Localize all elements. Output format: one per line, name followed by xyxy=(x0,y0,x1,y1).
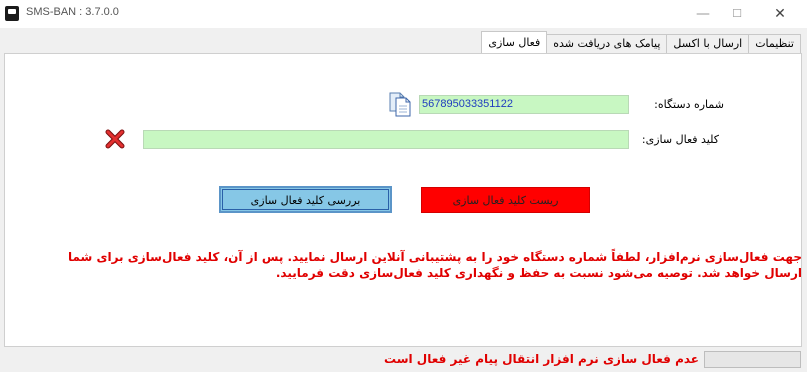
close-button[interactable]: ✕ xyxy=(765,4,795,24)
status-progress-box xyxy=(704,351,801,368)
status-message: عدم فعال سازی نرم افزار انتقال پیام غیر … xyxy=(383,352,699,366)
tab-settings[interactable]: تنظیمات xyxy=(748,34,801,53)
device-number-label: شماره دستگاه: xyxy=(654,98,724,111)
tab-send-excel[interactable]: ارسال با اکسل xyxy=(666,34,750,53)
app-icon xyxy=(5,6,19,21)
window-title: SMS-BAN : 3.7.0.0 xyxy=(26,6,119,18)
activation-instructions: جهت فعال‌سازی نرم‌افزار، لطفاً شماره دست… xyxy=(67,250,802,280)
activation-key-field[interactable] xyxy=(143,130,629,149)
tab-strip: فعال سازی پیامک های دریافت شده ارسال با … xyxy=(481,31,801,53)
red-x-icon xyxy=(105,129,125,149)
activation-key-label: کلید فعال سازی: xyxy=(641,133,719,146)
check-activation-key-button[interactable]: بررسی کلید فعال سازی xyxy=(219,186,392,213)
tab-received-sms[interactable]: پیامک های دریافت شده xyxy=(546,34,668,53)
tab-activation[interactable]: فعال سازی xyxy=(481,31,548,53)
minimize-button[interactable]: — xyxy=(688,4,718,24)
reset-activation-key-button[interactable]: ریست کلید فعال سازی xyxy=(421,187,590,213)
device-number-field[interactable]: 567895033351122 xyxy=(419,95,629,114)
maximize-button[interactable]: ☐ xyxy=(722,4,752,24)
title-bar: SMS-BAN : 3.7.0.0 — ☐ ✕ xyxy=(0,0,807,28)
copy-document-icon[interactable] xyxy=(387,90,413,118)
